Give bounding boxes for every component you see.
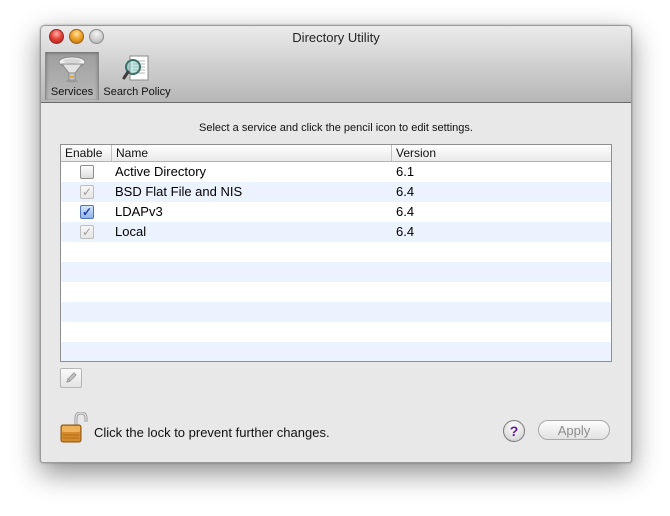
service-version: 6.4 [396, 184, 415, 199]
table-row-bsd-flat-file[interactable]: ✓ BSD Flat File and NIS 6.4 [61, 182, 611, 202]
instruction-text: Select a service and click the pencil ic… [199, 122, 473, 134]
pencil-icon [66, 372, 77, 383]
table-rows: Active Directory 6.1 ✓ BSD Flat File and… [61, 162, 611, 361]
window-title: Directory Utility [292, 30, 380, 45]
lock-status-text: Click the lock to prevent further change… [94, 425, 330, 440]
directory-utility-window: Directory Utility Services Search Policy… [40, 25, 632, 463]
table-row-empty [61, 342, 611, 361]
enable-checkbox[interactable]: ✓ [80, 185, 94, 199]
services-table: Enable Name Version Active Directory 6.1… [60, 144, 612, 362]
table-row-local[interactable]: ✓ Local 6.4 [61, 222, 611, 242]
column-header-version[interactable]: Version [392, 145, 611, 161]
service-name: LDAPv3 [115, 204, 163, 219]
services-icon [58, 56, 86, 83]
toolbar-services-tab[interactable]: Services [45, 52, 99, 100]
table-row-active-directory[interactable]: Active Directory 6.1 [61, 162, 611, 182]
enable-checkbox[interactable]: ✓ [80, 225, 94, 239]
table-row-empty [61, 322, 611, 342]
service-name: Active Directory [115, 164, 207, 179]
service-name: Local [115, 224, 147, 239]
table-row-empty [61, 302, 611, 322]
search-policy-icon [122, 55, 149, 81]
help-button[interactable]: ? [503, 420, 525, 442]
lock-icon[interactable] [59, 412, 89, 444]
service-version: 6.4 [396, 224, 415, 239]
column-header-enable[interactable]: Enable [61, 145, 112, 161]
table-row-empty [61, 242, 611, 262]
toolbar-services-label: Services [50, 86, 94, 98]
toolbar-search-policy-label: Search Policy [103, 86, 171, 98]
service-version: 6.4 [396, 204, 415, 219]
title-bar[interactable]: Directory Utility Services Search Policy [41, 26, 631, 103]
enable-checkbox[interactable] [80, 165, 94, 179]
apply-button[interactable]: Apply [538, 420, 610, 440]
edit-service-button[interactable] [60, 368, 82, 388]
toolbar-search-policy-tab[interactable]: Search Policy [99, 52, 175, 100]
service-version: 6.1 [396, 164, 415, 179]
service-name: BSD Flat File and NIS [115, 184, 243, 199]
table-header: Enable Name Version [61, 145, 611, 162]
column-header-name[interactable]: Name [112, 145, 392, 161]
table-row-ldapv3[interactable]: ✓ LDAPv3 6.4 [61, 202, 611, 222]
enable-checkbox[interactable]: ✓ [80, 205, 94, 219]
table-row-empty [61, 262, 611, 282]
table-row-empty [61, 282, 611, 302]
